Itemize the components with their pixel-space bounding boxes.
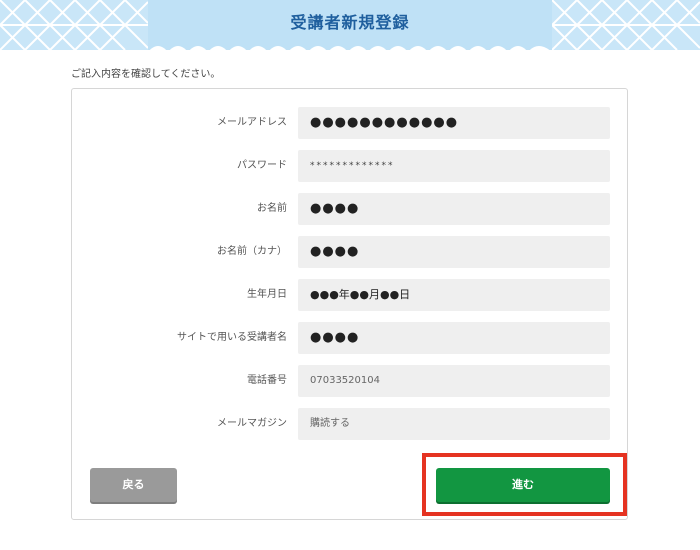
birthdate-label: 生年月日 (247, 289, 287, 300)
row-name: お名前 ●●●● (72, 193, 629, 225)
email-label: メールアドレス (217, 117, 287, 128)
birthdate-value: ●●●年●●月●●日 (298, 279, 610, 311)
display-name-value: ●●●● (298, 322, 610, 354)
row-birthdate: 生年月日 ●●●年●●月●●日 (72, 279, 629, 311)
row-password: パスワード ************* (72, 150, 629, 182)
row-name-kana: お名前（カナ） ●●●● (72, 236, 629, 268)
row-newsletter: メールマガジン 購読する (72, 408, 629, 440)
name-kana-label: お名前（カナ） (217, 246, 287, 257)
name-value: ●●●● (298, 193, 610, 225)
name-kana-value: ●●●● (298, 236, 610, 268)
phone-label: 電話番号 (247, 375, 287, 386)
row-email: メールアドレス ●●●●●●●●●●●● (72, 107, 629, 139)
back-button[interactable]: 戻る (90, 468, 177, 502)
email-value: ●●●●●●●●●●●● (298, 107, 610, 139)
page-title: 受講者新規登録 (290, 13, 410, 32)
password-label: パスワード (237, 160, 287, 171)
row-phone: 電話番号 07033520104 (72, 365, 629, 397)
phone-value: 07033520104 (298, 365, 610, 397)
newsletter-value: 購読する (298, 408, 610, 440)
password-value: ************* (298, 150, 610, 182)
next-button[interactable]: 進む (436, 468, 610, 502)
row-display-name: サイトで用いる受講者名 ●●●● (72, 322, 629, 354)
newsletter-label: メールマガジン (217, 418, 287, 429)
header-wave-edge (149, 46, 550, 50)
display-name-label: サイトで用いる受講者名 (177, 332, 287, 343)
name-label: お名前 (257, 203, 287, 214)
page-header: 受講者新規登録 (0, 0, 700, 50)
confirm-instruction: ご記入内容を確認してください。 (71, 69, 221, 80)
